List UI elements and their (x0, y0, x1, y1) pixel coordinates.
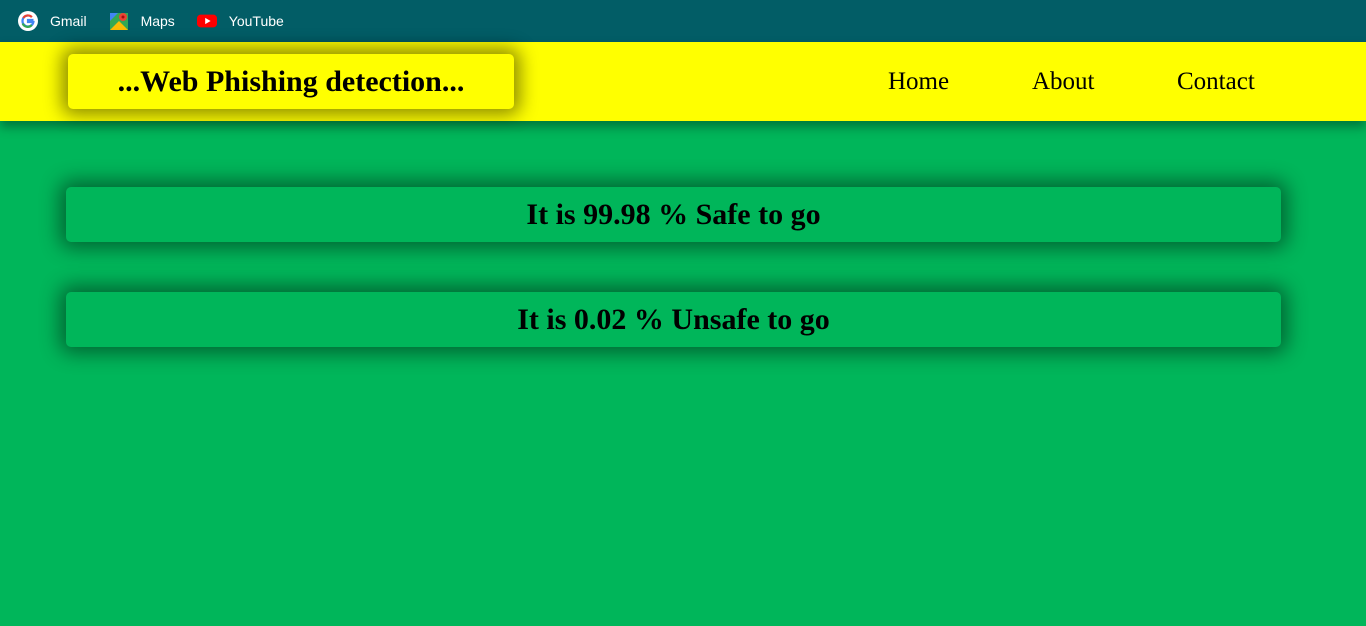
unsafe-result-card: It is 0.02 % Unsafe to go (66, 292, 1281, 347)
nav-link-contact[interactable]: Contact (1177, 67, 1255, 97)
brand-box[interactable]: ...Web Phishing detection... (68, 54, 514, 109)
maps-icon (109, 11, 129, 31)
nav-link-home[interactable]: Home (888, 67, 949, 97)
nav-link-about[interactable]: About (1032, 67, 1095, 97)
bookmark-maps[interactable]: Maps (109, 11, 175, 31)
navbar: ...Web Phishing detection... Home About … (0, 42, 1366, 121)
bookmark-youtube[interactable]: YouTube (196, 11, 284, 31)
bookmarks-bar: Gmail Maps YouTube (0, 0, 1366, 42)
bookmark-label: Gmail (50, 13, 87, 29)
safe-result-text: It is 99.98 % Safe to go (526, 197, 821, 231)
youtube-icon (196, 11, 217, 31)
bookmark-gmail[interactable]: Gmail (18, 11, 87, 31)
unsafe-result-text: It is 0.02 % Unsafe to go (517, 302, 830, 336)
safe-result-card: It is 99.98 % Safe to go (66, 187, 1281, 242)
bookmark-label: Maps (140, 13, 175, 29)
google-icon (18, 11, 38, 31)
brand-title: ...Web Phishing detection... (117, 64, 465, 98)
bookmark-label: YouTube (228, 13, 284, 29)
